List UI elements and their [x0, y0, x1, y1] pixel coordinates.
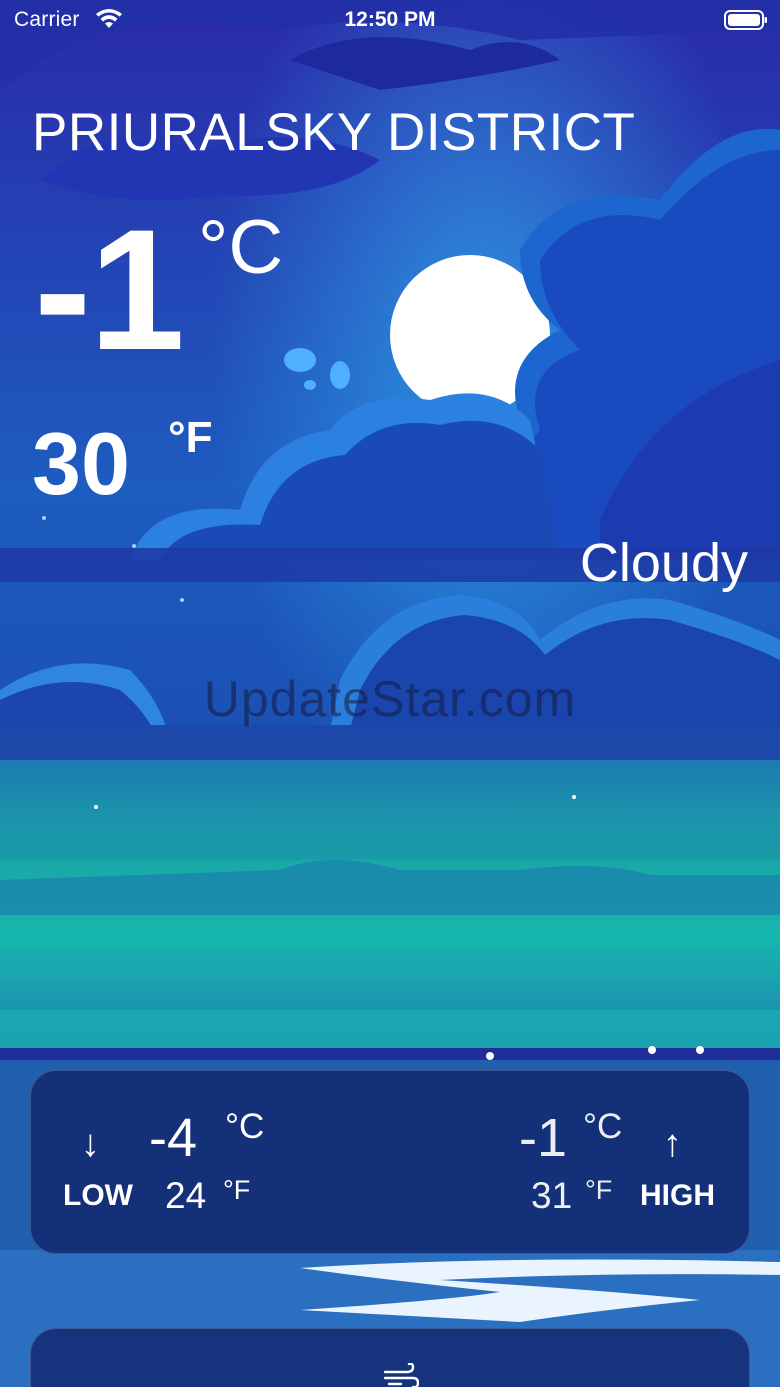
- low-temp-fahrenheit: 24: [165, 1175, 207, 1216]
- current-temp-celsius: -1: [34, 194, 185, 386]
- wind-icon: [383, 1363, 419, 1387]
- high-label: HIGH: [640, 1179, 715, 1212]
- battery-icon: [724, 10, 767, 30]
- wind-card: [30, 1328, 750, 1387]
- current-temp-fahrenheit: 30: [32, 414, 130, 513]
- status-bar: Carrier 12:50 PM: [0, 0, 780, 40]
- fahrenheit-unit: °F: [168, 413, 213, 462]
- temperature-range-card: ↓ LOW -4 °C 24 °F -1 °C 31 °F ↑ HIGH: [30, 1070, 750, 1254]
- celsius-unit: °C: [198, 205, 284, 290]
- watermark: UpdateStar.com: [203, 671, 577, 727]
- arrow-up-icon: ↑: [663, 1123, 682, 1165]
- weather-condition: Cloudy: [579, 533, 748, 593]
- location-title: PRIURALSKY DISTRICT: [32, 103, 636, 162]
- high-fahrenheit-unit: °F: [585, 1175, 613, 1205]
- low-temp-celsius: -4: [149, 1108, 198, 1168]
- status-time: 12:50 PM: [344, 8, 436, 31]
- arrow-down-icon: ↓: [81, 1123, 100, 1165]
- low-label: LOW: [63, 1179, 133, 1212]
- high-temp-celsius: -1: [519, 1108, 568, 1168]
- low-fahrenheit-unit: °F: [223, 1175, 251, 1205]
- high-celsius-unit: °C: [583, 1107, 623, 1146]
- high-temp-fahrenheit: 31: [531, 1175, 573, 1216]
- low-celsius-unit: °C: [225, 1107, 265, 1146]
